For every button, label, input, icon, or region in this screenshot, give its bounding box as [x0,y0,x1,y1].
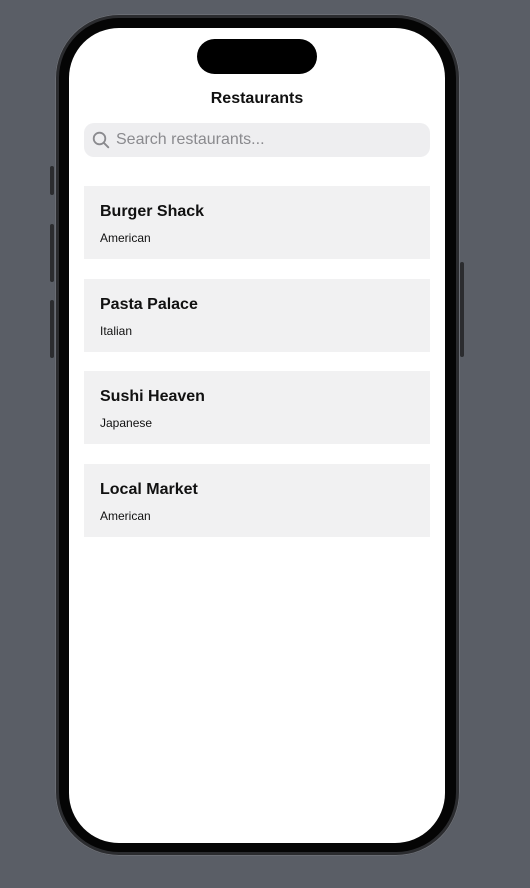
action-button [50,166,54,195]
volume-down-button [50,300,54,358]
search-input[interactable] [116,131,416,149]
restaurant-name: Burger Shack [100,203,205,220]
power-button [460,262,464,357]
restaurant-card-sushi-heaven[interactable]: Sushi Heaven Japanese [84,371,430,444]
restaurant-cuisine: Italian [100,323,133,338]
app-screen: Restaurants Burger Shack American Pasta … [69,28,445,843]
volume-up-button [50,224,54,282]
search-icon [92,131,110,149]
restaurant-cuisine: American [100,508,151,523]
restaurant-card-pasta-palace[interactable]: Pasta Palace Italian [84,278,430,352]
restaurant-card-burger-shack[interactable]: Burger Shack American [84,186,430,259]
restaurant-card-local-market[interactable]: Local Market American [84,463,430,537]
restaurant-name: Sushi Heaven [100,388,205,405]
dynamic-island [197,39,317,74]
restaurant-cuisine: American [100,231,151,245]
restaurant-cuisine: Japanese [100,416,153,430]
page-title: Restaurants [210,90,304,107]
restaurant-list: Burger Shack American Pasta Palace Itali… [84,186,430,556]
search-bar[interactable] [84,123,430,157]
restaurant-name: Local Market [100,480,198,498]
restaurant-name: Pasta Palace [100,295,198,313]
